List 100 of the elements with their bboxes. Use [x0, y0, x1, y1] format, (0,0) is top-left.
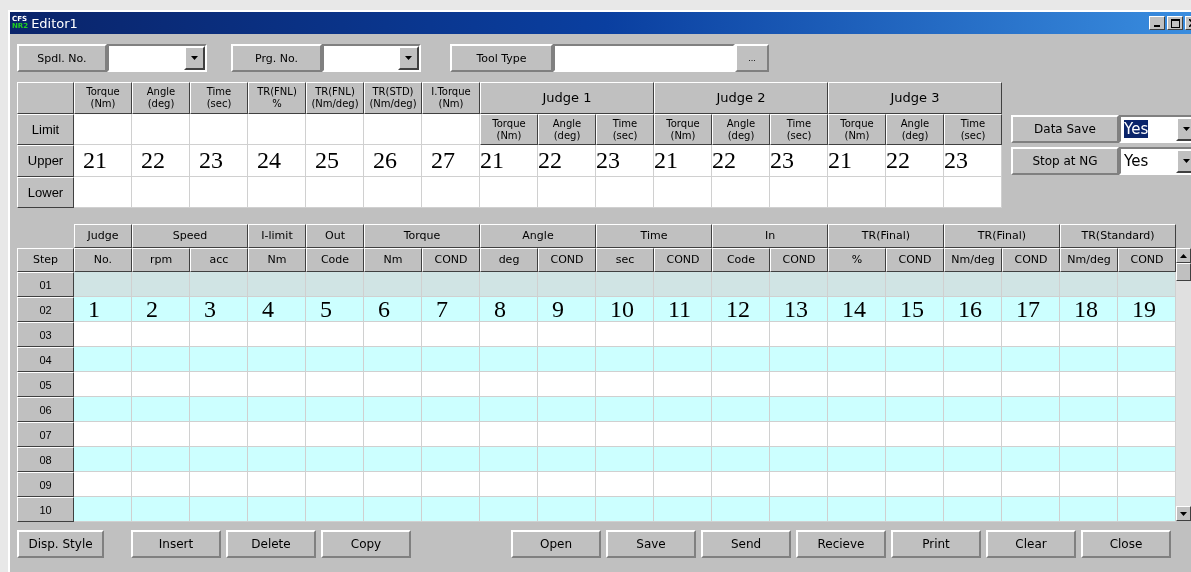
- table-cell: 16: [944, 297, 1002, 322]
- table-cell: [248, 272, 306, 297]
- row-header-button[interactable]: 01: [17, 272, 74, 297]
- scroll-thumb[interactable]: [1176, 263, 1191, 281]
- table-cell: [422, 447, 480, 472]
- table-cell: [364, 447, 422, 472]
- table-cell: [190, 372, 248, 397]
- column-group-header: Angle: [480, 224, 596, 248]
- row-header-button[interactable]: 09: [17, 472, 74, 497]
- table-cell: [770, 322, 828, 347]
- table-cell: [248, 177, 306, 208]
- table-cell: [886, 347, 944, 372]
- table-cell: [596, 497, 654, 522]
- header-cell: [17, 82, 74, 114]
- row-header-button[interactable]: 07: [17, 422, 74, 447]
- table-cell: [248, 322, 306, 347]
- browse-button[interactable]: ...: [735, 44, 769, 72]
- option-label-button[interactable]: Data Save: [1011, 115, 1119, 143]
- table-cell: [538, 397, 596, 422]
- table-cell: 21: [480, 145, 538, 177]
- column-header: COND: [1118, 248, 1176, 272]
- field-label-button[interactable]: Tool Type: [450, 44, 553, 72]
- table-cell: [1060, 347, 1118, 372]
- action-button[interactable]: Copy: [321, 530, 411, 558]
- table-cell: [944, 422, 1002, 447]
- table-cell: 24: [248, 145, 306, 177]
- table-cell: 23: [596, 145, 654, 177]
- caret-icon: [1183, 159, 1190, 163]
- dropdown-field[interactable]: Yes: [1119, 147, 1191, 175]
- input-field[interactable]: [553, 44, 735, 72]
- action-button[interactable]: Save: [606, 530, 696, 558]
- table-cell: [190, 322, 248, 347]
- column-header: rpm: [132, 248, 190, 272]
- action-button[interactable]: Open: [511, 530, 601, 558]
- column-header: Nm/deg: [1060, 248, 1118, 272]
- table-cell: 22: [538, 145, 596, 177]
- table-cell: [770, 422, 828, 447]
- table-cell: [132, 497, 190, 522]
- table-cell: [364, 472, 422, 497]
- table-cell: 2: [132, 297, 190, 322]
- row-header-button[interactable]: Lower: [17, 177, 74, 208]
- table-cell: [248, 497, 306, 522]
- row-header-button[interactable]: Limit: [17, 114, 74, 145]
- table-cell: [712, 497, 770, 522]
- row-header-button[interactable]: 04: [17, 347, 74, 372]
- column-header: COND: [654, 248, 712, 272]
- action-button[interactable]: Print: [891, 530, 981, 558]
- table-cell: [74, 177, 132, 208]
- table-cell: [364, 177, 422, 208]
- scroll-bar[interactable]: [1176, 248, 1191, 521]
- maximize-button[interactable]: [1167, 16, 1183, 30]
- field-label-button[interactable]: Prg. No.: [231, 44, 322, 72]
- dropdown-field[interactable]: Yes: [1119, 115, 1191, 143]
- table-cell: [886, 272, 944, 297]
- action-button[interactable]: Delete: [226, 530, 316, 558]
- action-button[interactable]: Clear: [986, 530, 1076, 558]
- row-header-button[interactable]: Upper: [17, 145, 74, 177]
- table-cell: [712, 472, 770, 497]
- table-cell: [654, 272, 712, 297]
- caret-icon: [191, 56, 198, 60]
- row-header-button[interactable]: 06: [17, 397, 74, 422]
- table-cell: [1002, 472, 1060, 497]
- table-cell: [538, 447, 596, 472]
- row-header-button[interactable]: 10: [17, 497, 74, 522]
- table-cell: [1118, 347, 1176, 372]
- row-header-button[interactable]: 08: [17, 447, 74, 472]
- table-cell: [1060, 397, 1118, 422]
- table-cell: [190, 347, 248, 372]
- table-cell: [770, 472, 828, 497]
- table-cell: [1118, 447, 1176, 472]
- table-cell: [422, 347, 480, 372]
- dropdown-field[interactable]: [107, 44, 207, 72]
- dropdown-field[interactable]: [322, 44, 421, 72]
- table-cell: [654, 322, 712, 347]
- table-cell: [828, 372, 886, 397]
- action-button[interactable]: Close: [1081, 530, 1171, 558]
- field-label-button[interactable]: Spdl. No.: [17, 44, 107, 72]
- table-cell: 23: [944, 145, 1002, 177]
- table-cell: [712, 322, 770, 347]
- up-arrow-icon: [1180, 253, 1187, 258]
- row-header-button[interactable]: 03: [17, 322, 74, 347]
- option-label-button[interactable]: Stop at NG: [1011, 147, 1119, 175]
- action-button[interactable]: Send: [701, 530, 791, 558]
- table-cell: [886, 397, 944, 422]
- table-cell: [248, 114, 306, 145]
- table-cell: [1118, 422, 1176, 447]
- row-header-button[interactable]: 05: [17, 372, 74, 397]
- column-header: I.Torque (Nm): [422, 82, 480, 114]
- table-cell: [132, 272, 190, 297]
- minimize-button[interactable]: [1149, 16, 1165, 30]
- action-button[interactable]: Insert: [131, 530, 221, 558]
- table-cell: 25: [306, 145, 364, 177]
- table-cell: [944, 272, 1002, 297]
- row-header-button[interactable]: 02: [17, 297, 74, 322]
- column-header: Nm/deg: [944, 248, 1002, 272]
- table-cell: 9: [538, 297, 596, 322]
- action-button[interactable]: Recieve: [796, 530, 886, 558]
- action-button[interactable]: Disp. Style: [17, 530, 104, 558]
- table-cell: [422, 397, 480, 422]
- table-cell: 1: [74, 297, 132, 322]
